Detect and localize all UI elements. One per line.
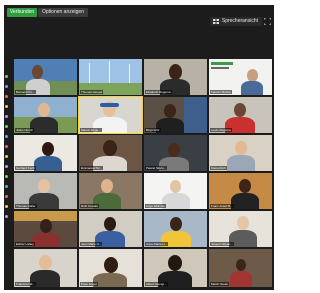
text-tool-icon[interactable] <box>5 105 8 108</box>
participant-video <box>168 143 180 157</box>
participant-name: Pascal Nkulu... <box>145 166 168 170</box>
save-tool-icon[interactable] <box>5 165 8 168</box>
participant-video <box>170 217 182 231</box>
participant-video <box>101 179 113 193</box>
participant-name: Martin Sauer <box>210 282 230 286</box>
speaker-view-label: Sprecheransicht <box>221 18 258 24</box>
participant-tile[interactable]: Martin Sauer <box>209 249 272 287</box>
participant-video <box>104 257 118 273</box>
participant-video <box>104 217 116 231</box>
participant-name: Esther Lahey <box>15 242 35 246</box>
participant-tile[interactable]: Lewis Rugema <box>209 97 272 133</box>
participant-name: Ruth Kessler <box>80 204 100 208</box>
participant-name: Albert Nsengi... <box>145 282 168 286</box>
participant-name: Emmanuel Nc... <box>80 166 104 170</box>
connection-status-badge[interactable]: Verbunden <box>7 8 38 17</box>
participant-video <box>239 179 251 193</box>
color-tool-icon[interactable] <box>5 125 8 128</box>
select-tool-icon[interactable] <box>5 185 8 188</box>
meeting-top-bar: Verbunden Optionen anzeigen Sprecheransi… <box>4 5 274 27</box>
participant-video <box>168 255 182 271</box>
participant-tile[interactable]: Emmanuel Nc... <box>79 135 142 171</box>
arrow-tool-icon[interactable] <box>5 215 8 218</box>
participant-name: Joseph Ndyan... <box>210 242 234 246</box>
clear-tool-icon[interactable] <box>5 155 8 158</box>
participant-video <box>32 65 43 79</box>
pen-tool-icon[interactable] <box>5 75 8 78</box>
participant-name: Faustin Muhuk <box>210 90 232 94</box>
participant-tile[interactable]: Albert Nsengi... <box>144 249 207 287</box>
participant-tile[interactable]: Thomas Hengel <box>79 59 142 95</box>
meeting-window: Verbunden Optionen anzeigen Sprecheransi… <box>4 5 274 290</box>
participant-tile[interactable]: Kasia Ruth <box>209 135 272 171</box>
participant-video <box>40 219 52 233</box>
participant-tile[interactable]: Pascal Nkulu... <box>144 135 207 171</box>
participant-tile[interactable]: Francine Nd... <box>14 249 77 287</box>
view-options-button[interactable]: Optionen anzeigen <box>38 8 88 17</box>
participant-tile[interactable]: Joseph Ndyan... <box>209 211 272 247</box>
fullscreen-icon[interactable] <box>264 18 271 25</box>
participant-name: Birgit Fritz <box>145 128 161 132</box>
participant-tile[interactable]: Ruth Kessler <box>79 173 142 209</box>
participant-video <box>38 179 50 193</box>
participant-tile[interactable]: Ange Ishimwe <box>144 173 207 209</box>
participant-name: Ange Ishimwe <box>145 204 166 208</box>
participant-tile[interactable]: Faustin Muhuk <box>209 59 272 95</box>
participant-tile[interactable]: Gerhard Koch <box>14 135 77 171</box>
participant-name: Julius Hirsch <box>15 128 35 132</box>
participant-tile[interactable]: Anne-Marie H... <box>144 211 207 247</box>
grid-view-icon <box>212 19 219 24</box>
participant-name: Jean Marie U... <box>80 242 103 246</box>
participant-name: Thomas Hengel <box>80 90 104 94</box>
participant-name: Elisabeth Rugema <box>145 90 172 94</box>
participant-tile[interactable]: Franz-Josef M... <box>209 173 272 209</box>
participant-video <box>39 255 52 270</box>
participant-video <box>237 216 249 230</box>
participant-name: Franz-Josef M... <box>210 204 234 208</box>
participant-tile[interactable]: Jean Marie U... <box>79 211 142 247</box>
participant-video <box>236 259 246 271</box>
participant-name: Bernard Fro... <box>15 90 36 94</box>
participant-tile[interactable]: Peter Engel <box>79 249 142 287</box>
undo-tool-icon[interactable] <box>5 135 8 138</box>
participant-video <box>169 64 182 80</box>
participant-tile[interactable]: Esther Lahey <box>14 211 77 247</box>
speaker-view-button[interactable]: Sprecheransicht <box>209 17 262 26</box>
participant-tile[interactable]: Birgit Fritz <box>144 97 207 133</box>
participant-tile[interactable]: Elisabeth Rugema <box>144 59 207 95</box>
shape-tool-icon[interactable] <box>5 95 8 98</box>
participant-tile[interactable]: Thomas Deller <box>14 173 77 209</box>
participant-video <box>42 142 54 156</box>
participant-tile[interactable]: Bernard Fro... <box>14 59 77 95</box>
participant-name: Peter Engel <box>80 282 98 286</box>
participant-name: Kasia Ruth <box>210 166 227 170</box>
participant-video <box>234 103 246 117</box>
participant-name: Gerhard Koch <box>15 166 36 170</box>
participant-tile[interactable]: Julius Hirsch <box>14 97 77 133</box>
participant-video <box>164 104 176 118</box>
stamp-tool-icon[interactable] <box>5 205 8 208</box>
annotation-toolbar <box>4 75 9 225</box>
participant-name: Francine Nd... <box>15 282 36 286</box>
participant-tile[interactable]: Marcel Ishgu... <box>78 96 143 134</box>
participant-video <box>170 180 181 193</box>
participant-name: Thomas Deller <box>15 204 37 208</box>
redo-tool-icon[interactable] <box>5 145 8 148</box>
participant-video <box>235 141 247 155</box>
participant-name: Lewis Rugema <box>210 128 232 132</box>
pointer-tool-icon[interactable] <box>5 175 8 178</box>
participant-name: Marcel Ishgu... <box>80 128 102 132</box>
spotlight-tool-icon[interactable] <box>5 195 8 198</box>
eraser-tool-icon[interactable] <box>5 115 8 118</box>
video-gallery-grid: Bernard Fro... Thomas Hengel Elisabeth R… <box>14 59 272 289</box>
participant-video <box>38 103 50 117</box>
marker-tool-icon[interactable] <box>5 85 8 88</box>
participant-name: Anne-Marie H... <box>145 242 169 246</box>
participant-video <box>103 140 117 156</box>
